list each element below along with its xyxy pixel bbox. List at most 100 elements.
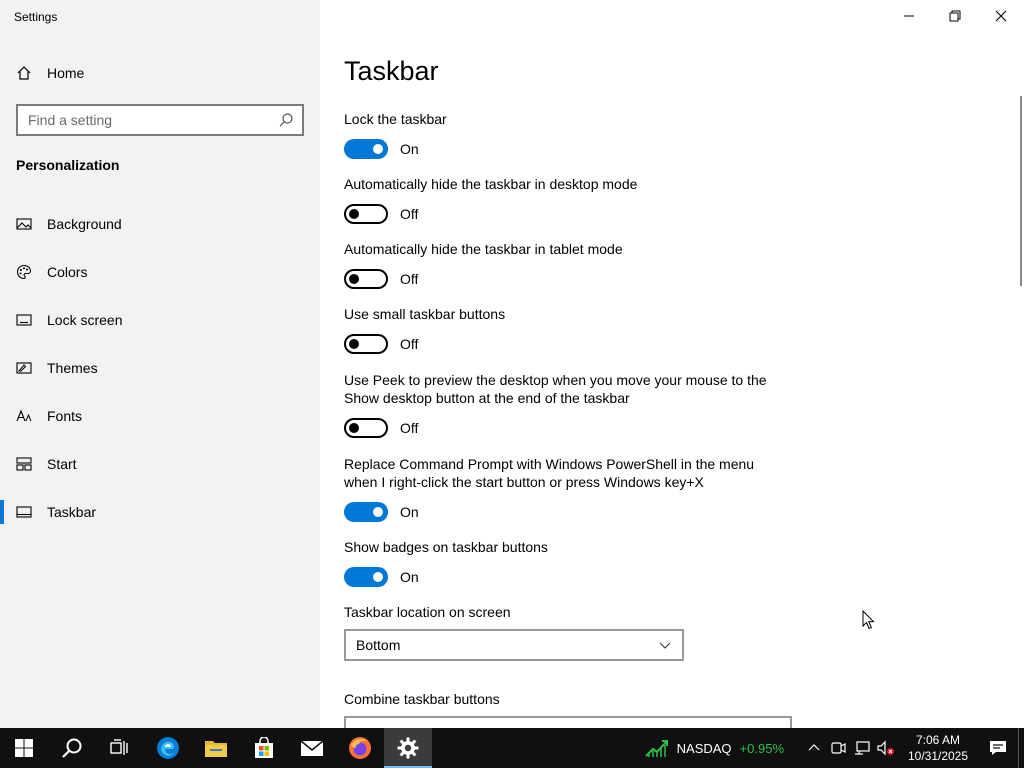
toggle-knob — [349, 274, 359, 284]
show-hidden-icons-button[interactable] — [802, 728, 826, 768]
volume-button[interactable] — [874, 728, 898, 768]
settings-sidebar: Settings Home Personalization Background… — [0, 0, 320, 728]
edge-button[interactable] — [144, 728, 192, 768]
setting-powershell: Replace Command Prompt with Windows Powe… — [344, 455, 784, 522]
toggle-state: Off — [400, 271, 419, 287]
clock-time: 7:06 AM — [915, 733, 961, 747]
stock-name: NASDAQ — [676, 740, 732, 756]
setting-label: Lock the taskbar — [344, 111, 447, 127]
task-view-button[interactable] — [96, 728, 144, 768]
toggle-state: On — [400, 141, 419, 157]
lock-screen-icon — [16, 312, 32, 328]
taskbar-icon — [16, 504, 32, 520]
sidebar-item-background[interactable]: Background — [0, 200, 320, 248]
setting-autohide-desktop: Automatically hide the taskbar in deskto… — [344, 175, 784, 224]
home-nav-item[interactable]: Home — [16, 62, 84, 84]
setting-badges: Show badges on taskbar buttons On — [344, 538, 784, 587]
windows-taskbar: NASDAQ +0.95% 7:06 AM 10/31/2025 — [0, 728, 1024, 768]
sidebar-item-start[interactable]: Start — [0, 440, 320, 488]
store-icon — [255, 737, 273, 758]
section-heading: Personalization — [16, 157, 120, 173]
file-explorer-button[interactable] — [192, 728, 240, 768]
setting-small-buttons: Use small taskbar buttons Off — [344, 305, 784, 354]
close-icon — [995, 10, 1007, 22]
taskbar-location-dropdown[interactable]: Bottom — [344, 629, 684, 661]
home-icon — [16, 65, 32, 81]
meet-now-icon — [831, 742, 846, 754]
stock-widget[interactable]: NASDAQ +0.95% — [644, 738, 784, 758]
toggle-state: On — [400, 504, 419, 520]
themes-icon — [16, 360, 32, 376]
sidebar-item-fonts[interactable]: Fonts — [0, 392, 320, 440]
autohide-desktop-toggle[interactable] — [344, 204, 388, 224]
window-controls — [886, 0, 1024, 32]
peek-toggle[interactable] — [344, 418, 388, 438]
small-buttons-toggle[interactable] — [344, 334, 388, 354]
home-label: Home — [47, 65, 85, 81]
search-taskbar-button[interactable] — [48, 728, 96, 768]
toggle-state: Off — [400, 420, 419, 436]
action-center-button[interactable] — [978, 728, 1018, 768]
restore-button[interactable] — [932, 0, 978, 32]
folder-icon — [205, 741, 227, 757]
settings-taskbar-button[interactable] — [384, 728, 432, 768]
sidebar-item-lock-screen[interactable]: Lock screen — [0, 296, 320, 344]
store-button[interactable] — [240, 728, 288, 768]
setting-label: Taskbar location on screen — [344, 604, 511, 620]
palette-icon — [16, 264, 32, 280]
sidebar-item-colors[interactable]: Colors — [0, 248, 320, 296]
sidebar-item-label: Background — [47, 216, 122, 232]
setting-label: Automatically hide the taskbar in deskto… — [344, 176, 638, 192]
toggle-knob — [373, 144, 383, 154]
settings-content: Taskbar Lock the taskbar On Automaticall… — [320, 0, 1024, 728]
minimize-button[interactable] — [886, 0, 932, 32]
firefox-button[interactable] — [336, 728, 384, 768]
toggle-knob — [373, 507, 383, 517]
minimize-icon — [904, 15, 914, 17]
sidebar-nav: Background Colors Lock screen Themes Fon… — [0, 200, 320, 536]
setting-peek: Use Peek to preview the desktop when you… — [344, 371, 784, 438]
mail-button[interactable] — [288, 728, 336, 768]
stock-chart-icon — [644, 740, 668, 757]
badges-toggle[interactable] — [344, 567, 388, 587]
setting-label: Use small taskbar buttons — [344, 306, 506, 322]
task-view-icon — [110, 739, 128, 755]
toggle-knob — [349, 339, 359, 349]
sidebar-item-themes[interactable]: Themes — [0, 344, 320, 392]
app-title: Settings — [14, 10, 58, 24]
clock[interactable]: 7:06 AM 10/31/2025 — [902, 732, 974, 764]
sidebar-item-label: Themes — [47, 360, 98, 376]
powershell-toggle[interactable] — [344, 502, 388, 522]
toggle-knob — [373, 572, 383, 582]
page-title: Taskbar — [344, 56, 439, 86]
sidebar-item-label: Start — [47, 456, 77, 472]
autohide-tablet-toggle[interactable] — [344, 269, 388, 289]
toggle-state: On — [400, 569, 419, 585]
dropdown-value: Bottom — [356, 637, 401, 653]
toggle-state: Off — [400, 336, 419, 352]
show-desktop-button[interactable] — [1018, 728, 1024, 768]
edge-icon — [157, 737, 179, 759]
search-input[interactable] — [28, 112, 278, 128]
sidebar-item-taskbar[interactable]: Taskbar — [0, 488, 320, 536]
gear-icon — [397, 737, 419, 759]
volume-muted-icon — [877, 740, 894, 756]
search-icon — [278, 112, 294, 128]
network-button[interactable] — [850, 728, 874, 768]
close-button[interactable] — [978, 0, 1024, 32]
combine-buttons-dropdown[interactable] — [344, 716, 792, 728]
search-icon — [62, 738, 82, 758]
stock-change: +0.95% — [739, 740, 784, 756]
fonts-icon — [16, 408, 32, 424]
firefox-icon — [349, 737, 371, 759]
scrollbar[interactable] — [1020, 96, 1022, 286]
mail-icon — [300, 740, 324, 756]
search-box[interactable] — [16, 104, 304, 136]
start-button[interactable] — [0, 728, 48, 768]
meet-now-button[interactable] — [826, 728, 850, 768]
mouse-cursor-icon — [862, 610, 875, 630]
chevron-up-icon — [808, 744, 820, 751]
lock-taskbar-toggle[interactable] — [344, 139, 388, 159]
network-icon — [855, 741, 870, 755]
windows-logo-icon — [15, 739, 33, 757]
